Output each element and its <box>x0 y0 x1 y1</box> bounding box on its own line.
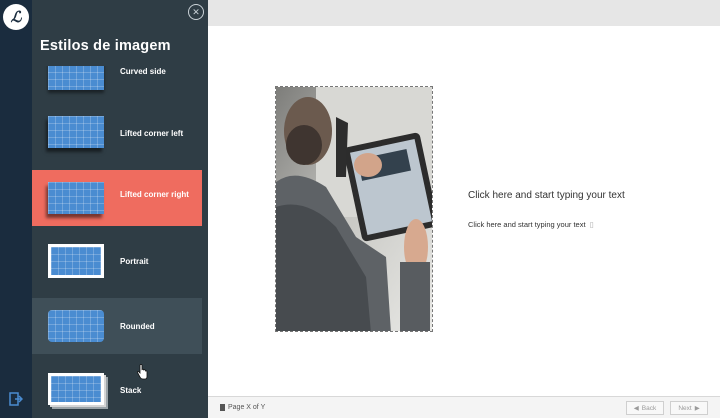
footer-bar: Page X of Y ◀ Back Next ▶ <box>208 396 720 418</box>
left-rail: ℒ <box>0 0 32 418</box>
style-item-rounded[interactable]: Rounded <box>32 298 202 354</box>
style-item-label: Curved side <box>120 67 166 76</box>
document-page[interactable]: Click here and start typing your text Cl… <box>208 26 720 396</box>
text-cursor-icon: ▯ <box>589 220 594 229</box>
back-button[interactable]: ◀ Back <box>626 401 664 415</box>
app-logo-icon[interactable]: ℒ <box>3 3 29 30</box>
panel-title: Estilos de imagem <box>40 38 171 54</box>
arrow-right-icon: ▶ <box>694 405 700 412</box>
style-item-label: Portrait <box>120 257 149 266</box>
image-styles-panel: Curved side Lifted corner left Lifted co… <box>32 0 208 418</box>
app-window: ℒ Curved side Lifted corner left Lifted … <box>0 0 720 418</box>
page-indicator: Page X of Y <box>220 404 265 411</box>
style-item-portrait[interactable]: Portrait <box>32 232 202 288</box>
text-body-content[interactable]: Click here and start typing your text <box>468 220 586 229</box>
text-body[interactable]: Click here and start typing your text ▯ <box>468 220 594 229</box>
lifted-corner-right-thumbnail <box>48 182 104 214</box>
next-label: Next <box>678 404 692 412</box>
style-item-label: Stack <box>120 386 142 395</box>
page-indicator-text: Page X of Y <box>228 404 266 411</box>
editor-main: Click here and start typing your text Cl… <box>208 0 720 418</box>
close-panel-button[interactable]: ✕ <box>188 4 204 20</box>
style-item-lifted-corner-right[interactable]: Lifted corner right <box>32 170 202 226</box>
document-icon <box>220 404 225 411</box>
rounded-thumbnail <box>48 310 104 342</box>
portrait-thumbnail <box>48 244 104 278</box>
style-item-label: Rounded <box>120 322 155 331</box>
stack-thumbnail <box>48 373 104 405</box>
arrow-left-icon: ◀ <box>633 405 639 412</box>
style-item-label: Lifted corner right <box>120 190 189 199</box>
pointer-hand-icon <box>136 364 148 380</box>
exit-icon[interactable] <box>9 392 23 406</box>
photo-frame[interactable] <box>275 86 433 332</box>
style-item-stack[interactable]: Stack <box>32 362 202 418</box>
style-item-lifted-corner-left[interactable]: Lifted corner left <box>32 104 202 160</box>
back-label: Back <box>641 404 657 412</box>
text-heading[interactable]: Click here and start typing your text <box>468 190 625 201</box>
style-item-label: Lifted corner left <box>120 129 184 138</box>
logo-area[interactable]: ℒ <box>0 0 32 33</box>
panel-header: Estilos de imagem ✕ <box>32 0 208 66</box>
styles-list: Curved side Lifted corner left Lifted co… <box>32 46 202 418</box>
next-button[interactable]: Next ▶ <box>670 401 708 415</box>
close-icon: ✕ <box>192 6 200 17</box>
person-with-tablet-image <box>276 87 432 331</box>
lifted-corner-left-thumbnail <box>48 116 104 148</box>
